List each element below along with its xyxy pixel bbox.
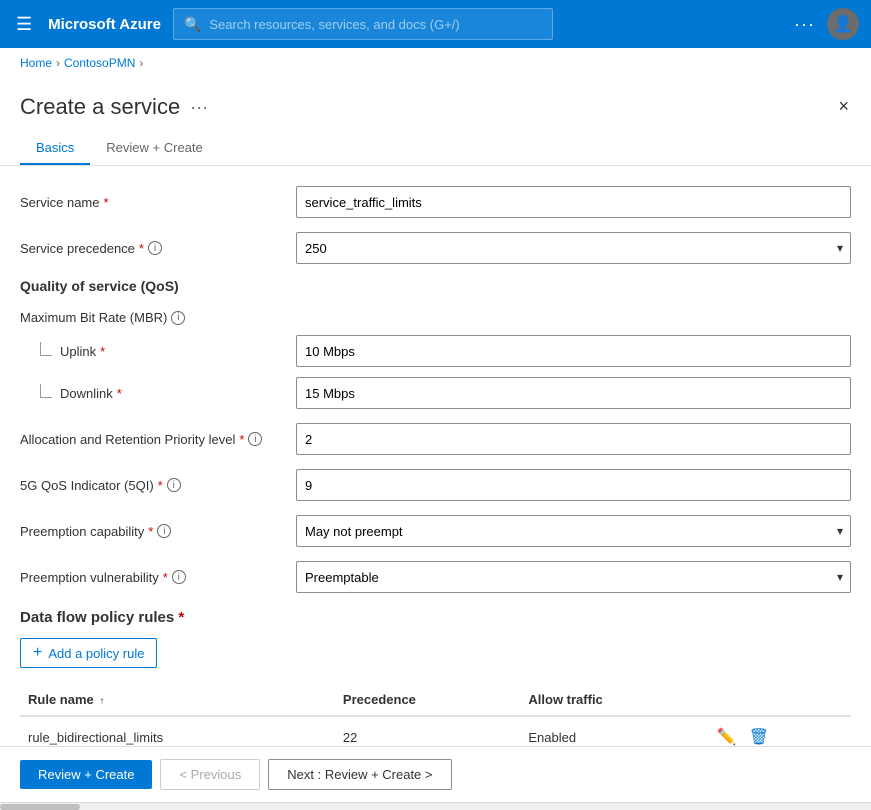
main-panel: Create a service ··· Basics Review + Cre…	[0, 78, 871, 802]
horizontal-scrollbar[interactable]	[0, 802, 871, 810]
arp-row: Allocation and Retention Priority level …	[20, 423, 851, 455]
preemption-vuln-label: Preemption vulnerability * i	[20, 570, 280, 585]
preemption-vuln-select-wrapper: Preemptable Not preemptable ▾	[296, 561, 851, 593]
review-create-button[interactable]: Review + Create	[20, 760, 152, 789]
preemption-cap-row: Preemption capability * i May not preemp…	[20, 515, 851, 547]
preemption-vuln-info-icon[interactable]: i	[172, 570, 186, 584]
service-name-row: Service name *	[20, 186, 851, 218]
service-name-input[interactable]	[296, 186, 851, 218]
search-icon: 🔍	[184, 16, 201, 33]
preemption-vuln-row: Preemption vulnerability * i Preemptable…	[20, 561, 851, 593]
breadcrumb-home[interactable]: Home	[20, 56, 52, 70]
bottom-bar: Review + Create < Previous Next : Review…	[0, 746, 871, 802]
arp-label: Allocation and Retention Priority level …	[20, 432, 280, 447]
search-input[interactable]	[209, 17, 542, 32]
breadcrumb: Home › ContosoPMN ›	[0, 48, 871, 78]
edit-icon[interactable]: ✏️	[717, 727, 737, 746]
mbr-indent-group: Uplink * Downlink *	[40, 335, 851, 409]
sort-arrow-icon: ↑	[99, 696, 104, 707]
add-policy-rule-button[interactable]: + Add a policy rule	[20, 638, 157, 668]
mbr-label: Maximum Bit Rate (MBR)	[20, 310, 167, 325]
close-icon[interactable]: ×	[836, 94, 851, 119]
col-allow-traffic: Allow traffic	[520, 684, 708, 716]
breadcrumb-parent[interactable]: ContosoPMN	[64, 56, 135, 70]
mbr-info-icon[interactable]: i	[171, 311, 185, 325]
col-precedence: Precedence	[335, 684, 520, 716]
search-bar[interactable]: 🔍	[173, 8, 553, 40]
qos-section-header: Quality of service (QoS)	[20, 278, 851, 294]
plus-icon: +	[33, 644, 42, 662]
mbr-group: Maximum Bit Rate (MBR) i Uplink * Downl	[20, 310, 851, 409]
arp-info-icon[interactable]: i	[248, 432, 262, 446]
uplink-input[interactable]	[296, 335, 851, 367]
uplink-label: Uplink *	[40, 344, 280, 359]
tree-line-downlink	[40, 384, 52, 398]
uplink-row: Uplink *	[40, 335, 851, 367]
hamburger-menu-icon[interactable]: ☰	[12, 10, 36, 39]
downlink-input[interactable]	[296, 377, 851, 409]
breadcrumb-sep-1: ›	[56, 56, 60, 70]
cell-precedence: 22	[335, 716, 520, 746]
action-icons: ✏️ 🗑	[717, 727, 843, 746]
service-precedence-row: Service precedence * i 250 ▾	[20, 232, 851, 264]
avatar-icon: 👤	[833, 14, 853, 34]
panel-title: Create a service	[20, 94, 180, 120]
breadcrumb-sep-2: ›	[139, 56, 143, 70]
table-row: rule_bidirectional_limits 22 Enabled ✏️ …	[20, 716, 851, 746]
downlink-row: Downlink *	[40, 377, 851, 409]
cell-actions: ✏️ 🗑	[709, 716, 851, 746]
avatar[interactable]: 👤	[827, 8, 859, 40]
cell-allow-traffic: Enabled	[520, 716, 708, 746]
mbr-label-row: Maximum Bit Rate (MBR) i	[20, 310, 851, 325]
service-precedence-label: Service precedence * i	[20, 241, 280, 256]
previous-button[interactable]: < Previous	[160, 759, 260, 790]
qos-indicator-input[interactable]	[296, 469, 851, 501]
panel-title-row: Create a service ···	[20, 94, 219, 120]
table-header-row: Rule name ↑ Precedence Allow traffic	[20, 684, 851, 716]
tab-basics[interactable]: Basics	[20, 132, 90, 165]
required-marker: *	[103, 195, 108, 210]
policy-rules-table: Rule name ↑ Precedence Allow traffic rul…	[20, 684, 851, 746]
preemption-vuln-select[interactable]: Preemptable Not preemptable	[296, 561, 851, 593]
form-content: Service name * Service precedence * i 25…	[0, 166, 871, 746]
panel-header: Create a service ··· Basics Review + Cre…	[0, 78, 871, 166]
panel-more-icon[interactable]: ···	[190, 97, 208, 118]
qos-indicator-info-icon[interactable]: i	[167, 478, 181, 492]
tab-review-create[interactable]: Review + Create	[90, 132, 218, 165]
preemption-cap-info-icon[interactable]: i	[157, 524, 171, 538]
col-actions	[709, 684, 851, 716]
arp-input[interactable]	[296, 423, 851, 455]
preemption-cap-select[interactable]: May not preempt May preempt	[296, 515, 851, 547]
nav-right-controls: ··· 👤	[794, 8, 859, 40]
more-options-icon[interactable]: ···	[794, 14, 815, 35]
service-name-label: Service name *	[20, 195, 280, 210]
service-precedence-info-icon[interactable]: i	[148, 241, 162, 255]
next-review-create-button[interactable]: Next : Review + Create >	[268, 759, 451, 790]
qos-indicator-row: 5G QoS Indicator (5QI) * i	[20, 469, 851, 501]
tree-line-uplink	[40, 342, 52, 356]
preemption-cap-select-wrapper: May not preempt May preempt ▾	[296, 515, 851, 547]
delete-icon[interactable]: 🗑	[749, 727, 769, 746]
app-title: Microsoft Azure	[48, 16, 161, 33]
policy-rules-section-title: Data flow policy rules *	[20, 609, 851, 626]
top-navigation: ☰ Microsoft Azure 🔍 ··· 👤	[0, 0, 871, 48]
cell-rule-name: rule_bidirectional_limits	[20, 716, 335, 746]
preemption-cap-label: Preemption capability * i	[20, 524, 280, 539]
service-precedence-select-wrapper: 250 ▾	[296, 232, 851, 264]
tab-bar: Basics Review + Create	[20, 132, 219, 165]
downlink-label: Downlink *	[40, 386, 280, 401]
service-precedence-select[interactable]: 250	[296, 232, 851, 264]
qos-indicator-label: 5G QoS Indicator (5QI) * i	[20, 478, 280, 493]
col-rule-name[interactable]: Rule name ↑	[20, 684, 335, 716]
scrollbar-thumb[interactable]	[0, 804, 80, 810]
